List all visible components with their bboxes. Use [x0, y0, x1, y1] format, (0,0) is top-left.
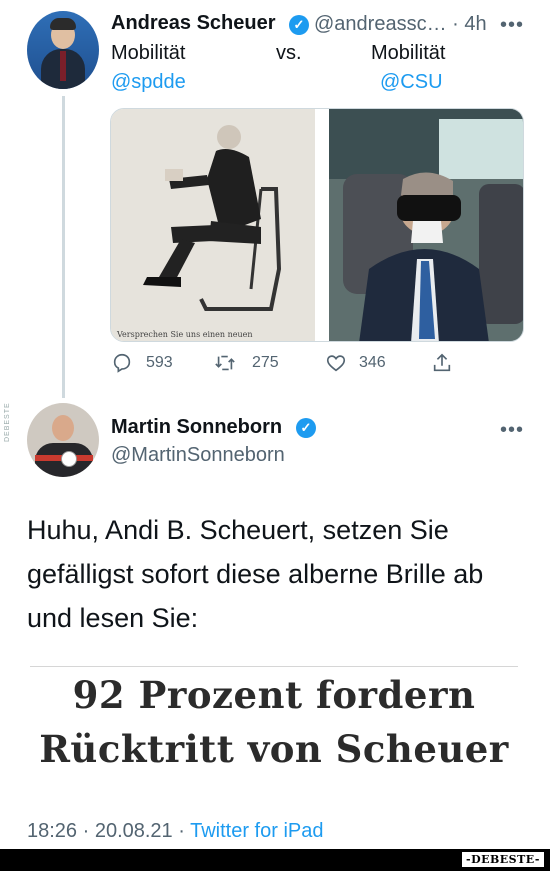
- headline-line-1: 92 Prozent fordern: [72, 673, 476, 717]
- tweet-time[interactable]: · 4h: [452, 13, 486, 35]
- client-link[interactable]: Twitter for iPad: [190, 820, 323, 842]
- media-photo-right[interactable]: [329, 109, 523, 341]
- reply-count: 593: [146, 354, 173, 371]
- media-caption: Versprechen Sie uns einen neuen: [116, 330, 253, 339]
- retweet-count: 275: [252, 354, 279, 371]
- author-handle[interactable]: @andreassc…: [314, 13, 447, 35]
- tweet-text: Huhu, Andi B. Scheuert, setzen Sie gefäl…: [27, 515, 484, 633]
- reply-icon: [113, 353, 131, 373]
- tweet-image-headline[interactable]: 92 Prozent fordern Rücktritt von Scheuer: [30, 663, 518, 788]
- avatar-andreas-scheuer[interactable]: [27, 11, 99, 89]
- mention-spdde[interactable]: @spdde: [111, 71, 186, 94]
- author-name[interactable]: Andreas Scheuer: [111, 12, 276, 35]
- more-options-icon[interactable]: •••: [500, 14, 524, 37]
- more-options-icon-2[interactable]: •••: [500, 419, 524, 442]
- watermark: -DEBESTE-: [462, 852, 544, 867]
- avatar-martin-sonneborn[interactable]: [27, 403, 99, 477]
- verified-badge-icon: ✓: [289, 15, 309, 35]
- mention-csu[interactable]: @CSU: [380, 71, 443, 94]
- tweet-text-vs: vs.: [276, 42, 302, 64]
- tweet-text-right: Mobilität: [371, 42, 446, 64]
- tweet-timestamp: 18:26 · 20.08.21 · Twitter for iPad: [27, 820, 323, 843]
- like-count: 346: [359, 354, 386, 371]
- tweet-text-left: Mobilität: [111, 42, 186, 64]
- media-divider: [315, 109, 329, 341]
- time-date: 18:26 · 20.08.21 ·: [27, 820, 191, 842]
- verified-badge-icon-2: ✓: [296, 418, 316, 438]
- author-handle-2[interactable]: @MartinSonneborn: [111, 444, 285, 467]
- headline-line-2: Rücktritt von Scheuer: [39, 727, 509, 771]
- side-watermark: DEBESTE: [4, 402, 11, 442]
- tweet-actions: 593 275 346: [111, 352, 471, 376]
- thread-line: [62, 96, 65, 398]
- author-handle-time[interactable]: @andreassc… · 4h: [314, 13, 487, 36]
- share-icon: [433, 353, 451, 372]
- retweet-icon: [215, 355, 235, 371]
- headline-rule: [30, 666, 518, 667]
- tweet-media[interactable]: Versprechen Sie uns einen neuen: [110, 108, 524, 342]
- media-photo-left[interactable]: Versprechen Sie uns einen neuen: [111, 109, 315, 341]
- heart-icon: [326, 355, 346, 372]
- author-name-2[interactable]: Martin Sonneborn: [111, 416, 282, 439]
